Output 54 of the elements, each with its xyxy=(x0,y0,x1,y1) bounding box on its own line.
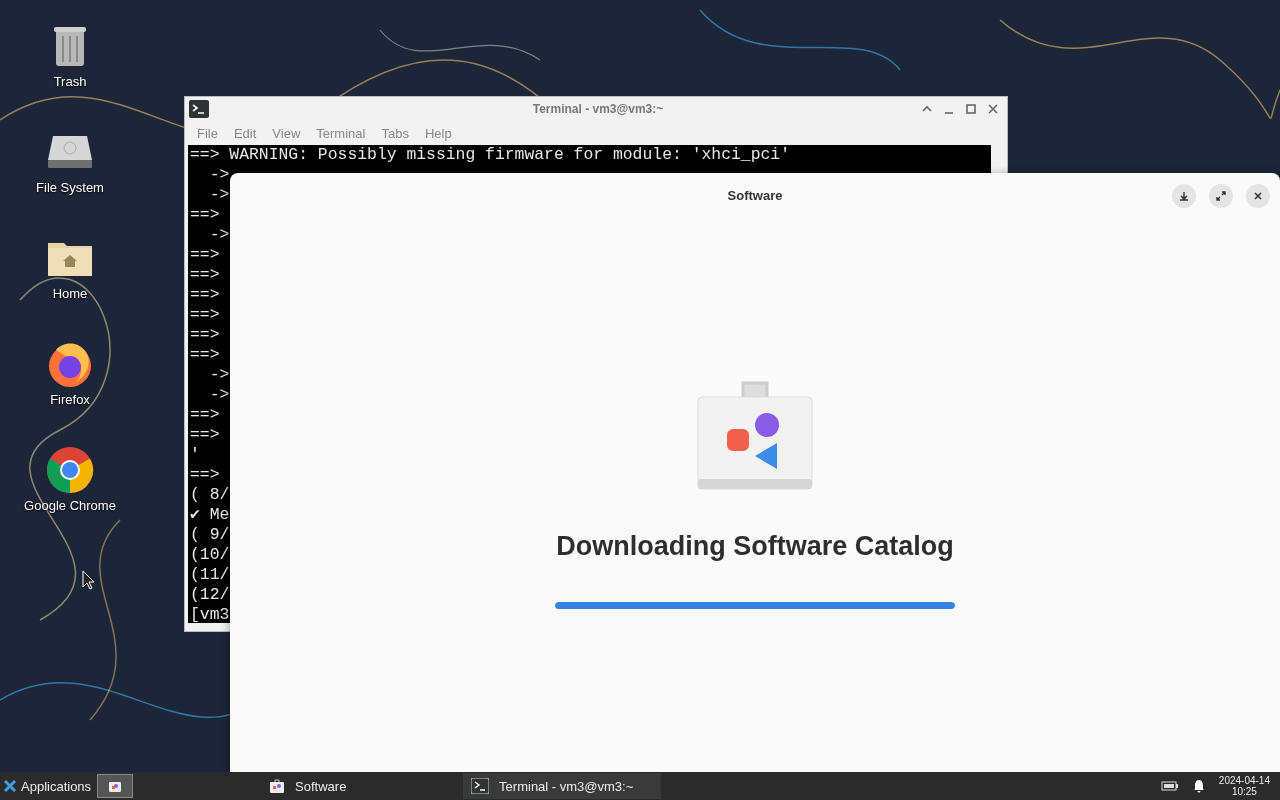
terminal-line: -> xyxy=(208,385,230,405)
shopping-bag-icon xyxy=(108,779,123,793)
terminal-line: -> xyxy=(208,365,230,385)
terminal-line: ==> WARNING: Possibly missing firmware for module: 'xhci_pci' xyxy=(189,145,790,165)
terminal-line: [vm3 xyxy=(189,605,230,623)
terminal-line: ✔ Me xyxy=(189,505,230,525)
terminal-line: ==> xyxy=(189,265,220,285)
heading: Downloading Software Catalog xyxy=(556,531,954,562)
desktop-icon-label[interactable]: Firefox xyxy=(50,392,90,407)
terminal-line: ( 9/ xyxy=(189,525,230,545)
terminal-line: -> xyxy=(208,225,230,245)
terminal-line: ==> xyxy=(189,465,220,485)
shopping-bag-icon xyxy=(269,778,286,794)
terminal-line: ==> xyxy=(189,325,220,345)
close-button[interactable] xyxy=(1246,184,1270,208)
terminal-line: ( 8/ xyxy=(189,485,230,505)
desktop-icon-label[interactable]: File System xyxy=(36,180,104,195)
launcher-button[interactable] xyxy=(97,774,134,798)
minimize-button[interactable] xyxy=(1172,184,1196,208)
terminal-line: (10/ xyxy=(189,545,230,565)
window-title: Terminal - vm3@vm3:~ xyxy=(531,102,665,116)
taskbar-button[interactable]: Terminal - vm3@vm3:~ xyxy=(463,773,662,799)
clock[interactable]: 2024-04-14 10:25 xyxy=(1218,775,1270,797)
chrome-icon[interactable] xyxy=(46,446,94,494)
terminal-line: ==> xyxy=(189,305,220,325)
battery-icon xyxy=(1160,781,1179,791)
terminal-line: -> xyxy=(208,185,230,205)
desktop-icon-label[interactable]: Trash xyxy=(53,74,87,89)
applications-menu-button[interactable]: Applications xyxy=(0,772,96,800)
terminal-line: ==> xyxy=(189,285,220,305)
window-title: Software xyxy=(727,187,783,203)
mouse-pointer-icon xyxy=(82,570,94,590)
close-icon[interactable] xyxy=(987,103,999,115)
terminal-line: ' xyxy=(189,445,200,465)
terminal-line: (11/ xyxy=(189,565,230,585)
expand-icon xyxy=(1216,191,1226,201)
desktop-icon-label[interactable]: Home xyxy=(52,286,88,301)
terminal-icon xyxy=(471,778,490,794)
terminal-line: ==> xyxy=(189,205,220,225)
terminal-line: ==> xyxy=(189,425,220,445)
close-icon xyxy=(1253,191,1263,201)
download-icon xyxy=(1179,191,1189,201)
terminal-line: ==> xyxy=(189,405,220,425)
terminal-line: (12/ xyxy=(189,585,230,605)
terminal-line: -> xyxy=(208,165,230,185)
notification-bell-icon[interactable] xyxy=(1192,779,1205,793)
maximize-button[interactable] xyxy=(1209,184,1233,208)
terminal-line: ==> xyxy=(189,345,220,365)
terminal-line: ==> xyxy=(189,245,220,265)
desktop-icon-label[interactable]: Google Chrome xyxy=(24,498,116,513)
maximize-icon[interactable] xyxy=(965,103,977,115)
terminal-icon xyxy=(189,100,209,118)
shopping-bag-icon xyxy=(697,379,813,491)
menu-logo-icon xyxy=(3,779,17,793)
